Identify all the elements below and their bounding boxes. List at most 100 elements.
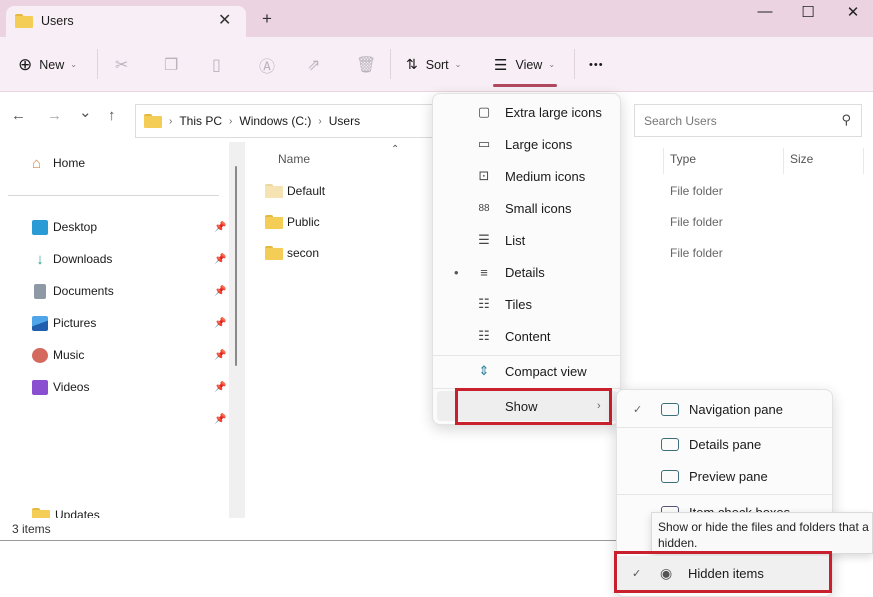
menu-item-label: Details pane	[689, 436, 762, 452]
share-icon: ⇗	[307, 56, 321, 74]
cut-icon: ✂	[115, 56, 129, 74]
copy-button[interactable]: ❐	[164, 37, 178, 92]
menu-item-extra-large-icons[interactable]: ▢ Extra large icons	[437, 97, 618, 127]
menu-item-tiles[interactable]: ☷ Tiles	[437, 289, 618, 319]
breadcrumb-users[interactable]: Users	[329, 114, 360, 128]
sort-icon: ⇅	[406, 56, 418, 72]
paste-button[interactable]: ▯	[212, 37, 221, 92]
menu-item-compact-view[interactable]: ⇕ Compact view	[437, 356, 618, 386]
scrollbar-thumb[interactable]	[235, 166, 237, 366]
menu-item-label: Tiles	[505, 296, 532, 312]
new-button[interactable]: ⊕ New ⌄	[18, 37, 77, 92]
sidebar-item-downloads[interactable]: ↓ Downloads 📌	[32, 248, 232, 270]
hidden-items-highlight-box	[614, 551, 832, 593]
toolbar-divider	[390, 49, 391, 79]
pin-icon[interactable]: 📌	[214, 286, 226, 297]
navigation-pane-icon	[661, 402, 679, 416]
check-icon: ✓	[633, 403, 643, 416]
large-icons-icon: ▭	[477, 136, 491, 151]
maximize-icon[interactable]: ☐	[793, 3, 823, 21]
sidebar-item-pictures[interactable]: Pictures 📌	[32, 312, 232, 334]
pictures-icon	[32, 315, 48, 331]
file-name: Default	[287, 184, 326, 198]
menu-item-preview-pane[interactable]: Preview pane	[621, 460, 830, 492]
share-button[interactable]: ⇗	[307, 37, 320, 92]
search-icon[interactable]: ⚲	[841, 112, 851, 128]
menu-item-small-icons[interactable]: 88 Small icons	[437, 193, 618, 223]
sidebar-item-videos[interactable]: Videos 📌	[32, 376, 232, 398]
menu-item-large-icons[interactable]: ▭ Large icons	[437, 129, 618, 159]
more-options-button[interactable]: •••	[589, 37, 604, 92]
sidebar-item-unnamed[interactable]: 📌	[32, 408, 232, 430]
column-divider[interactable]	[663, 148, 664, 174]
search-input[interactable]: Search Users ⚲	[634, 104, 862, 137]
menu-item-content[interactable]: ☷ Content	[437, 321, 618, 351]
menu-item-details-pane[interactable]: Details pane	[621, 428, 830, 460]
sort-ascending-icon: ⌃	[391, 144, 400, 155]
column-divider[interactable]	[863, 148, 864, 174]
menu-item-list[interactable]: ☰ List	[437, 225, 618, 255]
new-tab-icon[interactable]: +	[262, 10, 272, 27]
pin-icon[interactable]: 📌	[214, 350, 226, 361]
sidebar-item-home[interactable]: ⌂ Home	[32, 152, 232, 174]
paste-icon: ▯	[212, 56, 221, 74]
tab-close-icon[interactable]: ✕	[218, 10, 231, 30]
menu-item-label: Extra large icons	[505, 104, 602, 120]
sort-button[interactable]: ⇅ Sort ⌄	[406, 37, 461, 92]
menu-item-medium-icons[interactable]: ⊡ Medium icons	[437, 161, 618, 191]
up-icon[interactable]: ↑	[108, 107, 116, 124]
chevron-down-icon: ⌄	[70, 60, 77, 69]
sidebar-item-label: Home	[53, 156, 86, 170]
cut-button[interactable]: ✂	[115, 37, 128, 92]
details-pane-icon	[661, 437, 679, 451]
pin-icon[interactable]: 📌	[214, 222, 226, 233]
tab-users[interactable]: Users ✕	[6, 6, 246, 37]
chevron-down-icon: ⌄	[454, 60, 462, 69]
pin-icon[interactable]: 📌	[214, 318, 226, 329]
title-bar: Users ✕ + — ☐ ✕	[0, 0, 873, 37]
pin-icon[interactable]: 📌	[214, 414, 226, 425]
column-header-name[interactable]: Name	[278, 152, 310, 166]
back-icon[interactable]: ←	[11, 107, 26, 124]
list-icon: ☰	[478, 232, 490, 247]
sidebar-item-documents[interactable]: Documents 📌	[32, 280, 232, 302]
content-icon: ☷	[478, 328, 490, 343]
delete-button[interactable]: 🗑	[356, 37, 376, 92]
document-icon	[34, 283, 46, 299]
pin-icon[interactable]: 📌	[214, 382, 226, 393]
tooltip-line: Show or hide the files and folders that …	[658, 520, 869, 534]
music-icon	[32, 347, 48, 363]
menu-item-navigation-pane[interactable]: ✓ Navigation pane	[621, 393, 830, 425]
folder-icon	[32, 508, 50, 518]
forward-icon[interactable]: →	[47, 107, 62, 124]
menu-item-details[interactable]: • ≡ Details	[437, 257, 618, 287]
tiles-icon: ☷	[478, 296, 490, 311]
column-header-type[interactable]: Type	[670, 152, 696, 166]
rename-button[interactable]: Ⓐ	[259, 37, 275, 92]
pin-icon[interactable]: 📌	[214, 254, 226, 265]
sidebar-item-updates[interactable]: Updates	[32, 504, 232, 518]
address-bar[interactable]: › This PC › Windows (C:) › Users	[135, 104, 435, 138]
menu-item-label: Details	[505, 264, 545, 280]
extra-large-icons-icon: ▢	[477, 104, 491, 119]
breadcrumb-this-pc[interactable]: This PC	[179, 114, 222, 128]
column-divider[interactable]	[783, 148, 784, 174]
sidebar-item-music[interactable]: Music 📌	[32, 344, 232, 366]
breadcrumb-separator: ›	[318, 115, 322, 127]
sidebar-item-label: Desktop	[53, 220, 98, 234]
toolbar-divider	[574, 49, 575, 79]
column-header-size[interactable]: Size	[790, 152, 813, 166]
sidebar-item-desktop[interactable]: Desktop 📌	[32, 216, 232, 238]
view-label: View	[515, 57, 543, 72]
sidebar-scrollbar[interactable]	[229, 142, 245, 518]
menu-item-label: Compact view	[505, 363, 587, 379]
minimize-icon[interactable]: —	[750, 3, 780, 20]
delete-icon: 🗑	[356, 56, 377, 74]
breadcrumb-windows-c[interactable]: Windows (C:)	[239, 114, 311, 128]
medium-icons-icon: ⊡	[478, 168, 490, 183]
tab-title: Users	[41, 14, 74, 28]
window-close-icon[interactable]: ✕	[838, 3, 868, 21]
view-menu: ▢ Extra large icons ▭ Large icons ⊡ Medi…	[432, 93, 621, 425]
copy-icon: ❐	[164, 56, 179, 74]
recent-locations-icon[interactable]: ⌄	[79, 103, 92, 121]
